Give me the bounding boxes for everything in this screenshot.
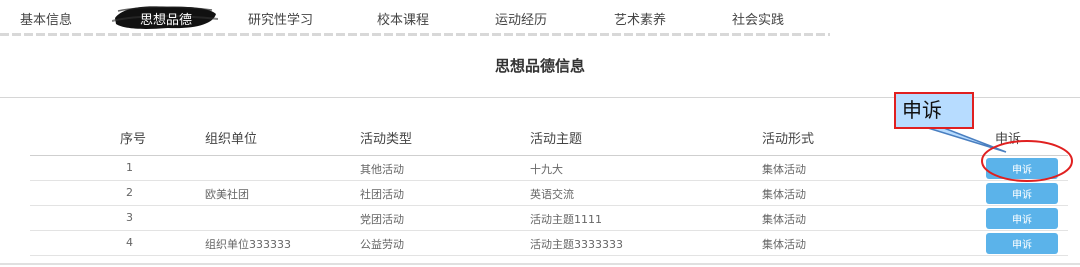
cell-org: 欧美社团 bbox=[205, 188, 249, 201]
tab-research-learning[interactable]: 研究性学习 bbox=[248, 9, 313, 28]
appeal-button[interactable]: 申诉 bbox=[986, 208, 1058, 229]
column-header-appeal: 申诉 bbox=[995, 132, 1022, 147]
tab-divider bbox=[0, 33, 830, 36]
cell-no: 3 bbox=[126, 211, 133, 224]
column-header-form: 活动形式 bbox=[762, 132, 815, 147]
cell-no: 4 bbox=[126, 236, 133, 249]
page-title: 思想品德信息 bbox=[494, 57, 585, 75]
tab-school-courses[interactable]: 校本课程 bbox=[377, 9, 429, 28]
cell-type: 公益劳动 bbox=[360, 238, 404, 251]
tab-sports-experience[interactable]: 运动经历 bbox=[495, 9, 547, 28]
cell-form: 集体活动 bbox=[762, 163, 806, 176]
cell-form: 集体活动 bbox=[762, 188, 806, 201]
cell-theme: 活动主题3333333 bbox=[530, 238, 623, 251]
cell-theme: 活动主题1111 bbox=[530, 213, 602, 226]
table-row: 1 其他活动 十九大 集体活动 申诉 bbox=[30, 156, 1068, 181]
cell-theme: 十九大 bbox=[530, 163, 563, 176]
column-header-theme: 活动主题 bbox=[530, 132, 583, 147]
tab-social-practice[interactable]: 社会实践 bbox=[732, 9, 784, 28]
cell-theme: 英语交流 bbox=[530, 188, 574, 201]
cell-org: 组织单位333333 bbox=[205, 238, 291, 251]
column-header-org: 组织单位 bbox=[205, 132, 258, 147]
appeal-button[interactable]: 申诉 bbox=[986, 183, 1058, 204]
column-header-no: 序号 bbox=[120, 132, 147, 147]
cell-type: 社团活动 bbox=[360, 188, 404, 201]
cell-no: 2 bbox=[126, 186, 133, 199]
cell-form: 集体活动 bbox=[762, 238, 806, 251]
cell-no: 1 bbox=[126, 161, 133, 174]
appeal-button[interactable]: 申诉 bbox=[986, 233, 1058, 254]
table-bottom-border bbox=[0, 263, 1080, 265]
appeal-button[interactable]: 申诉 bbox=[986, 158, 1058, 179]
tab-basic-info[interactable]: 基本信息 bbox=[20, 9, 72, 28]
column-header-type: 活动类型 bbox=[360, 132, 413, 147]
table-row: 4 组织单位333333 公益劳动 活动主题3333333 集体活动 申诉 bbox=[30, 231, 1068, 256]
cell-form: 集体活动 bbox=[762, 213, 806, 226]
table-row: 3 党团活动 活动主题1111 集体活动 申诉 bbox=[30, 206, 1068, 231]
annotation-callout: 申诉 bbox=[894, 92, 974, 129]
tab-moral-character[interactable]: 思想品德 bbox=[140, 9, 192, 28]
table-row: 2 欧美社团 社团活动 英语交流 集体活动 申诉 bbox=[30, 181, 1068, 206]
tab-bar: 基本信息 思想品德 研究性学习 校本课程 运动经历 艺术素养 社会实践 bbox=[0, 0, 1080, 38]
tab-art-literacy[interactable]: 艺术素养 bbox=[614, 9, 666, 28]
cell-type: 党团活动 bbox=[360, 213, 404, 226]
cell-type: 其他活动 bbox=[360, 163, 404, 176]
